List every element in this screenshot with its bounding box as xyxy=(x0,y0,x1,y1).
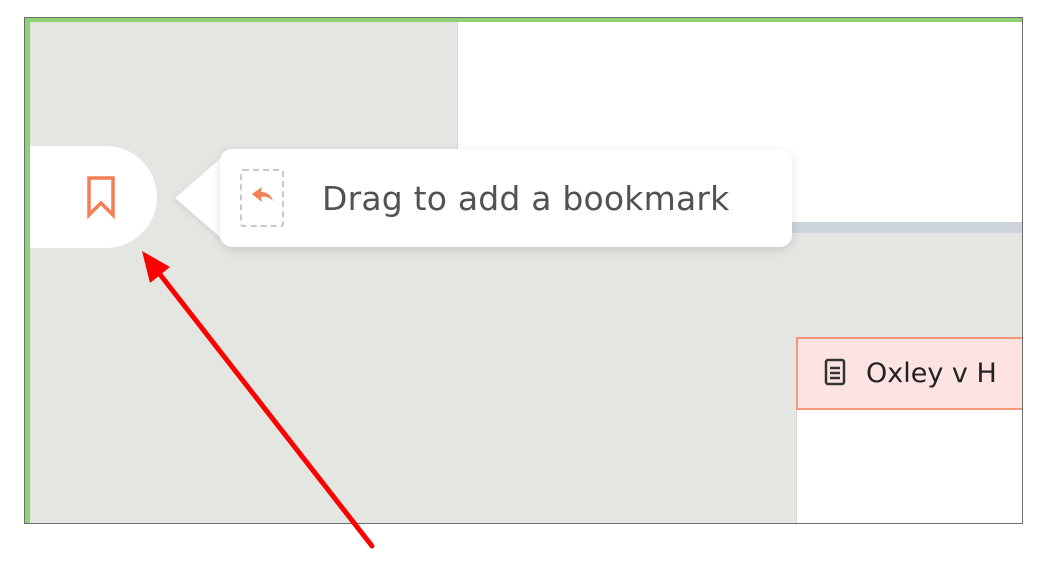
left-accent-bar xyxy=(25,18,30,523)
tooltip-text: Drag to add a bookmark xyxy=(322,178,730,218)
tooltip-pointer xyxy=(175,158,221,238)
document-title: Oxley v H xyxy=(866,358,997,389)
drag-arrow-icon xyxy=(249,184,275,212)
bookmark-icon xyxy=(86,175,116,219)
document-list-item[interactable]: Oxley v H xyxy=(796,337,1022,410)
bookmark-tab[interactable] xyxy=(30,146,157,248)
document-body xyxy=(796,410,1022,523)
app-window: Drag to add a bookmark Oxley v H xyxy=(24,17,1023,524)
bookmark-tooltip: Drag to add a bookmark xyxy=(220,149,792,247)
drag-target-box[interactable] xyxy=(240,169,284,227)
document-icon xyxy=(824,358,846,390)
